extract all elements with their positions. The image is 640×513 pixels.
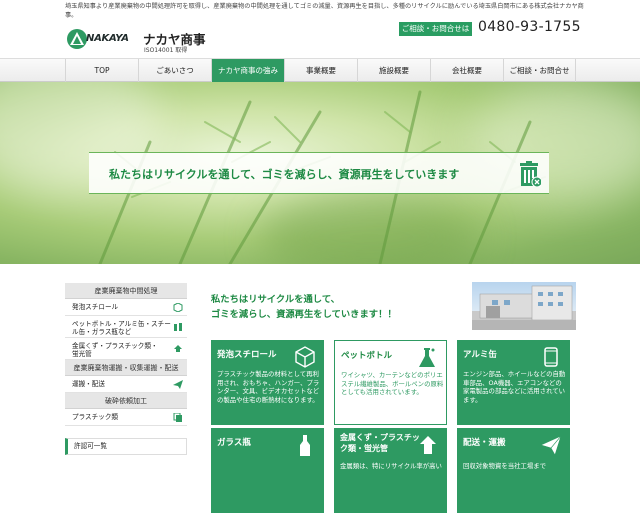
card-title: ペットボトル xyxy=(341,351,393,361)
sidebar-item-metal-plastic[interactable]: 金属くず・プラスチック類・蛍光管 xyxy=(65,338,187,360)
nav-contact[interactable]: ご相談・お問合せ xyxy=(503,59,576,82)
card-title: 発泡スチロール xyxy=(217,350,277,360)
phone-number[interactable]: 0480-93-1755 xyxy=(478,19,581,35)
card-title: アルミ缶 xyxy=(463,350,497,360)
service-card-delivery[interactable]: 配送・運搬 回収対象物資を当社工場まで xyxy=(457,428,570,513)
service-card-aluminum-can[interactable]: アルミ缶 エンジン部品、ホイールなどの自動車部品、OA機器、エアコンなどの家電製… xyxy=(457,340,570,425)
cube-icon xyxy=(173,303,183,312)
nav-company[interactable]: 会社概要 xyxy=(430,59,503,82)
nav-greeting[interactable]: ごあいさつ xyxy=(138,59,211,82)
sidebar: 産業廃棄物中間処理 発泡スチロール ペットボトル・アルミ缶・スチール缶・ガラス瓶… xyxy=(65,283,187,455)
sidebar-item-plastics[interactable]: プラスチック類 xyxy=(65,409,187,426)
main-nav: TOP ごあいさつ ナカヤ商事の強み 事業概要 施設概要 会社概要 ご相談・お問… xyxy=(0,58,640,82)
card-title: 配送・運搬 xyxy=(463,438,506,448)
card-title: ガラス瓶 xyxy=(217,438,251,448)
recycle-icon xyxy=(420,436,436,454)
sidebar-item-label: 金属くず・プラスチック類・蛍光管 xyxy=(72,342,158,358)
sidebar-section-title: 産業廃棄物中間処理 xyxy=(65,283,187,299)
bottle-icon xyxy=(300,435,310,456)
permit-list-link[interactable]: 許認可一覧 xyxy=(65,438,187,455)
main-heading: 私たちはリサイクルを通して、 ゴミを減らし、資源再生をしていきます！！ xyxy=(211,292,471,322)
facility-photo xyxy=(472,282,576,330)
sidebar-section-title: 破砕依頼加工 xyxy=(65,393,187,409)
sidebar-section-title: 産業廃棄物運搬・収集運搬・配送 xyxy=(65,360,187,376)
main-heading-line2: ゴミを減らし、資源再生をしていきます！！ xyxy=(211,309,397,320)
hero-banner: 私たちはリサイクルを通して、ゴミを減らし、資源再生をしていきます xyxy=(0,82,640,264)
sidebar-item-pet-bottle[interactable]: ペットボトル・アルミ缶・スチール缶・ガラス瓶など xyxy=(65,316,187,338)
card-desc: プラスチック製品の材料として再利用され、おもちゃ、ハンガー、プランター、文具、ビ… xyxy=(217,370,320,404)
site-description: 埼玉県知事より産業廃棄物の中間処理許可を取得し、産業廃棄物の中間処理を通してゴミ… xyxy=(65,3,584,19)
service-card-pet-bottle[interactable]: ペットボトル ワイシャツ、カーテンなどのポリエステル繊維製品、ボールペンの原料と… xyxy=(334,340,447,425)
hero-tagline-box: 私たちはリサイクルを通して、ゴミを減らし、資源再生をしていきます xyxy=(89,152,549,194)
card-desc: 金属類は、特にリサイクル率が高い xyxy=(340,462,442,470)
iso-label: ISO14001 取得 xyxy=(144,47,188,54)
building-graphic xyxy=(472,285,576,330)
main-heading-line1: 私たちはリサイクルを通して、 xyxy=(211,294,340,305)
paper-plane-icon xyxy=(540,435,562,456)
company-logo[interactable]: NAKAYA ナカヤ商事 ISO14001 取得 xyxy=(66,25,206,55)
cube-icon xyxy=(295,346,315,368)
service-card-styrofoam[interactable]: 発泡スチロール プラスチック製品の材料として再利用され、おもちゃ、ハンガー、プラ… xyxy=(211,340,324,425)
card-desc: ワイシャツ、カーテンなどのポリエステル繊維製品、ボールペンの原料としても活用され… xyxy=(341,371,444,396)
sidebar-item-label: 発泡スチロール xyxy=(72,303,119,311)
permit-list-label: 許認可一覧 xyxy=(74,442,107,450)
contact-button[interactable]: ご相談・お問合せは xyxy=(399,22,472,36)
trash-bin-icon xyxy=(520,161,541,187)
paper-plane-icon xyxy=(173,380,183,389)
flask-icon xyxy=(419,348,435,367)
card-title: 金属くず・プラスチック類・蛍光管 xyxy=(340,433,420,453)
sidebar-item-styrofoam[interactable]: 発泡スチロール xyxy=(65,299,187,316)
bottles-icon xyxy=(174,323,182,331)
recycle-icon xyxy=(174,345,182,352)
sidebar-item-label: 運搬・配送 xyxy=(72,380,105,388)
sidebar-item-label: プラスチック類 xyxy=(72,413,119,421)
service-card-glass-bottle[interactable]: ガラス瓶 xyxy=(211,428,324,513)
hero-tagline: 私たちはリサイクルを通して、ゴミを減らし、資源再生をしていきます xyxy=(109,168,460,181)
documents-icon xyxy=(173,413,182,422)
sidebar-item-transport[interactable]: 運搬・配送 xyxy=(65,376,187,393)
sidebar-item-label: ペットボトル・アルミ缶・スチール缶・ガラス瓶など xyxy=(72,320,171,336)
nav-facility[interactable]: 施設概要 xyxy=(357,59,430,82)
can-icon xyxy=(544,347,558,367)
logo-en: NAKAYA xyxy=(86,33,129,44)
nav-top[interactable]: TOP xyxy=(65,59,138,82)
nav-strengths[interactable]: ナカヤ商事の強み xyxy=(211,59,284,82)
service-card-metal-plastic[interactable]: 金属くず・プラスチック類・蛍光管 金属類は、特にリサイクル率が高い xyxy=(334,428,447,513)
card-desc: エンジン部品、ホイールなどの自動車部品、OA機器、エアコンなどの家電製品の部品な… xyxy=(463,370,566,404)
nav-business[interactable]: 事業概要 xyxy=(284,59,357,82)
card-desc: 回収対象物資を当社工場まで xyxy=(463,462,547,470)
